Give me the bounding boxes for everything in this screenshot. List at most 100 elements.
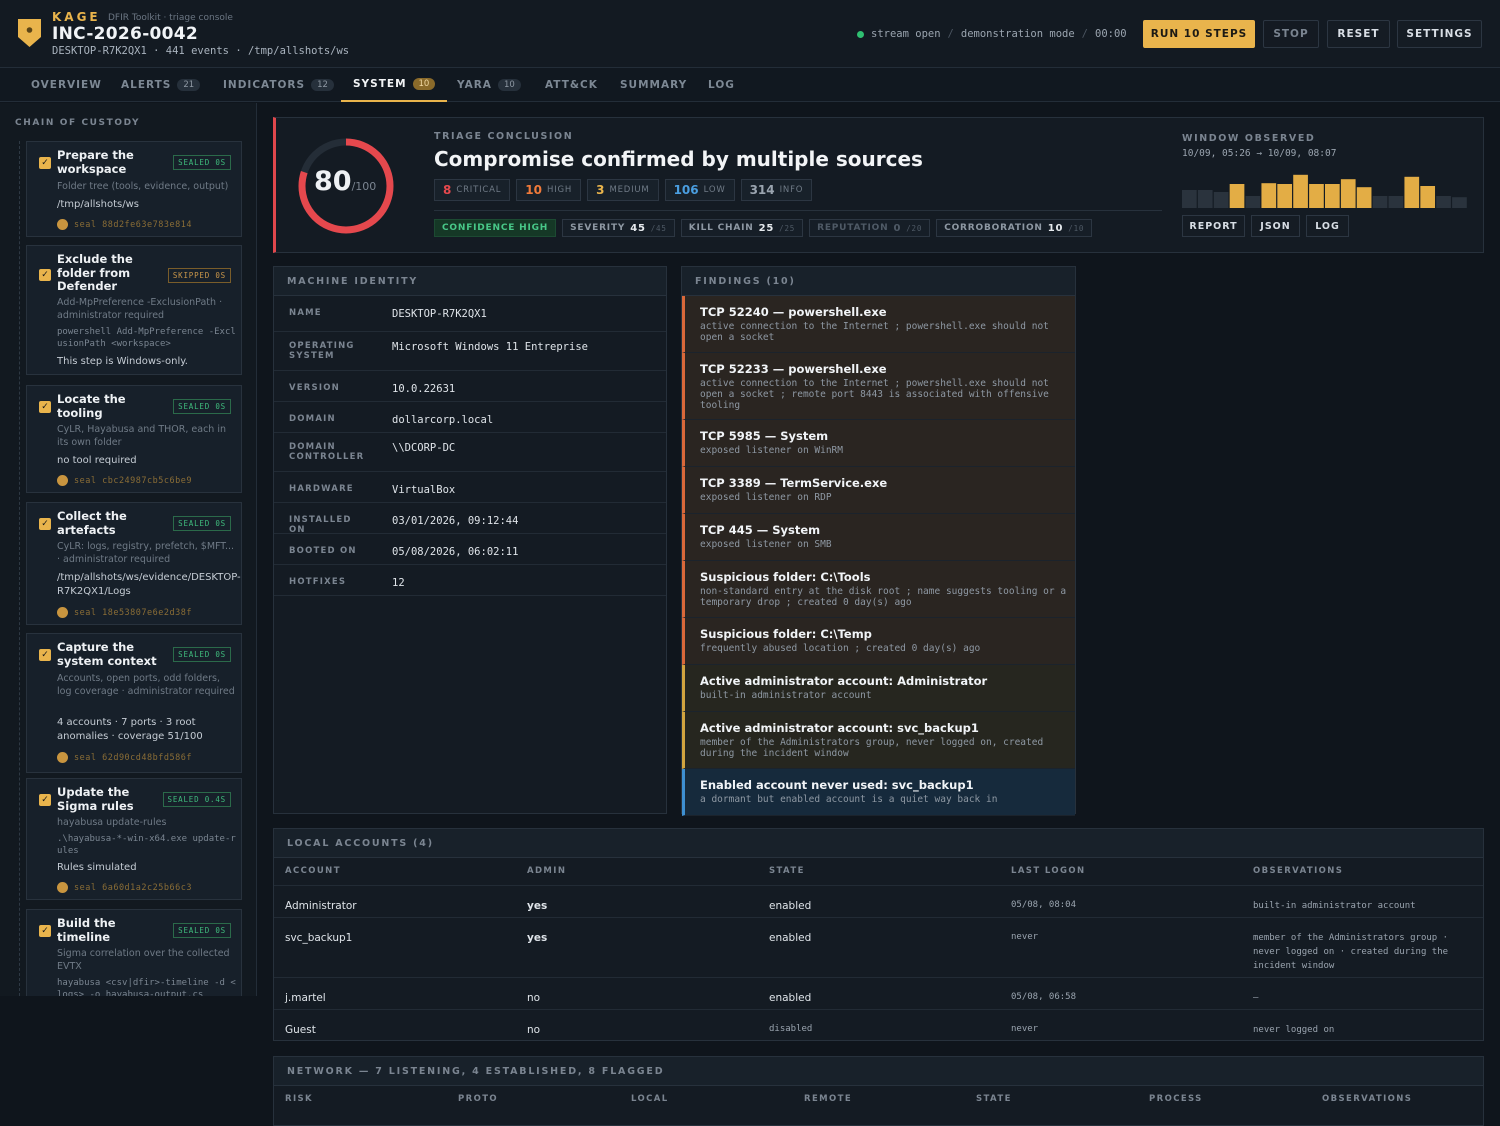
- score-chip: REPUTATION 0/20: [809, 219, 931, 237]
- step-card[interactable]: ✓ Capture the system context SEALED 0S A…: [26, 633, 242, 773]
- account-admin: no: [527, 1024, 541, 1036]
- column-header[interactable]: STATE: [976, 1094, 1012, 1104]
- identity-row: DOMAIN dollarcorp.local: [274, 402, 666, 433]
- checkbox-checked-icon[interactable]: ✓: [39, 794, 51, 806]
- finding-item[interactable]: Suspicious folder: C:\Temp frequently abu…: [682, 618, 1075, 665]
- checkbox-checked-icon[interactable]: ✓: [39, 649, 51, 661]
- tab-attack[interactable]: ATT&CK: [545, 68, 598, 102]
- tab-log[interactable]: LOG: [708, 68, 735, 102]
- table-row[interactable]: svc_backup1 yes enabled never member of the …: [274, 917, 1483, 977]
- settings-button[interactable]: SETTINGS: [1397, 20, 1482, 48]
- severity-label: MEDIUM: [609, 185, 650, 195]
- step-card[interactable]: ✓ Build the timeline SEALED 0S Sigma cor…: [26, 909, 242, 996]
- checkbox-checked-icon[interactable]: ✓: [39, 157, 51, 169]
- identity-row: INSTALLED ON 03/01/2026, 09:12:44: [274, 503, 666, 535]
- finding-item[interactable]: Enabled account never used: svc_backup1a…: [682, 769, 1075, 816]
- finding-item[interactable]: TCP 5985 — System exposed listener on Win…: [682, 420, 1075, 467]
- status-separator: /: [947, 28, 954, 40]
- checkbox-checked-icon[interactable]: ✓: [39, 518, 51, 530]
- finding-description: active connection to the Internet ; powe…: [700, 378, 1049, 411]
- brand-name: KAGE: [52, 10, 101, 24]
- stop-button[interactable]: STOP: [1263, 20, 1319, 48]
- finding-item[interactable]: TCP 52240 — powershell.exe active connect…: [682, 296, 1075, 353]
- reset-button[interactable]: RESET: [1327, 20, 1390, 48]
- tab-yara[interactable]: YARA 10: [457, 68, 521, 102]
- identity-value: 12: [392, 577, 405, 589]
- finding-title: TCP 52240 — powershell.exe: [700, 305, 887, 319]
- finding-title: Enabled account never used: svc_backup1: [700, 778, 974, 792]
- checkbox-checked-icon[interactable]: ✓: [39, 269, 51, 281]
- finding-description: non-standard entry at the disk root ; na…: [700, 586, 1067, 608]
- tab-overview[interactable]: OVERVIEW: [31, 68, 102, 102]
- finding-item[interactable]: TCP 52233 — powershell.exe active connect…: [682, 353, 1075, 420]
- step-card[interactable]: ✓ Collect the artefacts SEALED 0S CyLR: …: [26, 502, 242, 625]
- account-admin: yes: [527, 900, 548, 912]
- identity-row: NAME DESKTOP-R7K2QX1: [274, 296, 666, 332]
- step-card[interactable]: ✓ Update the Sigma rules SEALED 0.4S hay…: [26, 778, 242, 900]
- column-header[interactable]: OBSERVATIONS: [1253, 866, 1343, 876]
- finding-item[interactable]: Active administrator account: Administra…: [682, 665, 1075, 712]
- report-button[interactable]: REPORT: [1182, 215, 1245, 237]
- column-header[interactable]: OBSERVATIONS: [1322, 1094, 1412, 1104]
- severity-chip-critical[interactable]: 8 CRITICAL: [434, 179, 511, 201]
- column-header[interactable]: STATE: [769, 866, 805, 876]
- json-button[interactable]: JSON: [1251, 215, 1300, 237]
- checkbox-checked-icon[interactable]: ✓: [39, 401, 51, 413]
- histogram-bar: [1388, 196, 1404, 208]
- tab-count-badge: 21: [177, 79, 201, 91]
- histogram-bar: [1372, 196, 1388, 208]
- step-card[interactable]: ✓ Exclude the folder from Defender SKIPP…: [26, 245, 242, 375]
- severity-chip-medium[interactable]: 3 MEDIUM: [587, 179, 659, 201]
- seal-hash: seal 62d90cd48bfd586f: [57, 752, 192, 763]
- tab-alerts[interactable]: ALERTS 21: [121, 68, 201, 102]
- identity-row: VERSION 10.0.22631: [274, 371, 666, 402]
- step-card[interactable]: ✓ Locate the tooling SEALED 0S CyLR, Hay…: [26, 385, 242, 493]
- histogram-bar: [1182, 190, 1197, 208]
- column-header[interactable]: LOCAL: [631, 1094, 669, 1104]
- finding-item[interactable]: TCP 3389 — TermService.exe exposed listen…: [682, 467, 1075, 514]
- severity-chip-low[interactable]: 106 LOW: [664, 179, 735, 201]
- account-last-logon: never: [1011, 932, 1039, 942]
- status-badge: SEALED 0.4S: [162, 792, 231, 807]
- finding-item[interactable]: Suspicious folder: C:\Tools non-standard …: [682, 561, 1075, 618]
- finding-item[interactable]: Active administrator account: svc_backup…: [682, 712, 1075, 769]
- severity-chip-info[interactable]: 314 INFO: [740, 179, 813, 201]
- identity-value: Microsoft Windows 11 Entreprise: [392, 341, 588, 353]
- risk-score-max: /100: [351, 180, 377, 193]
- column-header[interactable]: RISK: [285, 1094, 313, 1104]
- tab-system[interactable]: SYSTEM 10: [341, 68, 448, 102]
- column-header[interactable]: PROCESS: [1149, 1094, 1203, 1104]
- checkbox-checked-icon[interactable]: ✓: [39, 925, 51, 937]
- log-button[interactable]: LOG: [1306, 215, 1349, 237]
- seal-hash: seal 18e53807e6e2d38f: [57, 607, 192, 618]
- tab-indicators[interactable]: INDICATORS 12: [223, 68, 334, 102]
- column-header[interactable]: PROTO: [458, 1094, 498, 1104]
- column-header[interactable]: ADMIN: [527, 866, 566, 876]
- step-command: powershell Add-MpPreference -ExclusionPa…: [57, 327, 236, 349]
- tab-label: INDICATORS: [223, 79, 306, 91]
- finding-description: a dormant but enabled account is a quiet…: [700, 794, 998, 805]
- score-max: /10: [1068, 223, 1085, 233]
- identity-row: BOOTED ON 05/08/2026, 06:02:11: [274, 534, 666, 565]
- finding-item[interactable]: TCP 445 — System exposed listener on SMB: [682, 514, 1075, 561]
- account-state: enabled: [769, 900, 812, 912]
- column-header[interactable]: ACCOUNT: [285, 866, 341, 876]
- histogram-bar: [1213, 192, 1229, 208]
- step-card[interactable]: ✓ Prepare the workspace SEALED 0S Folder…: [26, 141, 242, 237]
- tab-label: ALERTS: [121, 79, 172, 91]
- account-name: j.martel: [285, 992, 326, 1004]
- step-command: hayabusa <csv|dfir>-timeline -d <logs> -…: [57, 978, 236, 996]
- score-label: KILL CHAIN: [688, 223, 754, 233]
- table-row[interactable]: Guest no disabled never never logged on: [274, 1009, 1483, 1041]
- column-header[interactable]: LAST LOGON: [1011, 866, 1086, 876]
- stream-state: stream open: [871, 28, 941, 40]
- table-row[interactable]: Administrator yes enabled 05/08, 08:04 built…: [274, 885, 1483, 917]
- run-steps-button[interactable]: RUN 10 STEPS: [1143, 20, 1255, 48]
- column-header[interactable]: REMOTE: [804, 1094, 852, 1104]
- seal-hash: seal 6a60d1a2c25b66c3: [57, 882, 192, 893]
- tab-summary[interactable]: SUMMARY: [620, 68, 687, 102]
- window-label: WINDOW OBSERVED: [1182, 133, 1316, 144]
- table-row[interactable]: j.martel no enabled 05/08, 06:58 —: [274, 977, 1483, 1009]
- histogram-bar: [1197, 190, 1213, 208]
- severity-chip-high[interactable]: 10 HIGH: [516, 179, 582, 201]
